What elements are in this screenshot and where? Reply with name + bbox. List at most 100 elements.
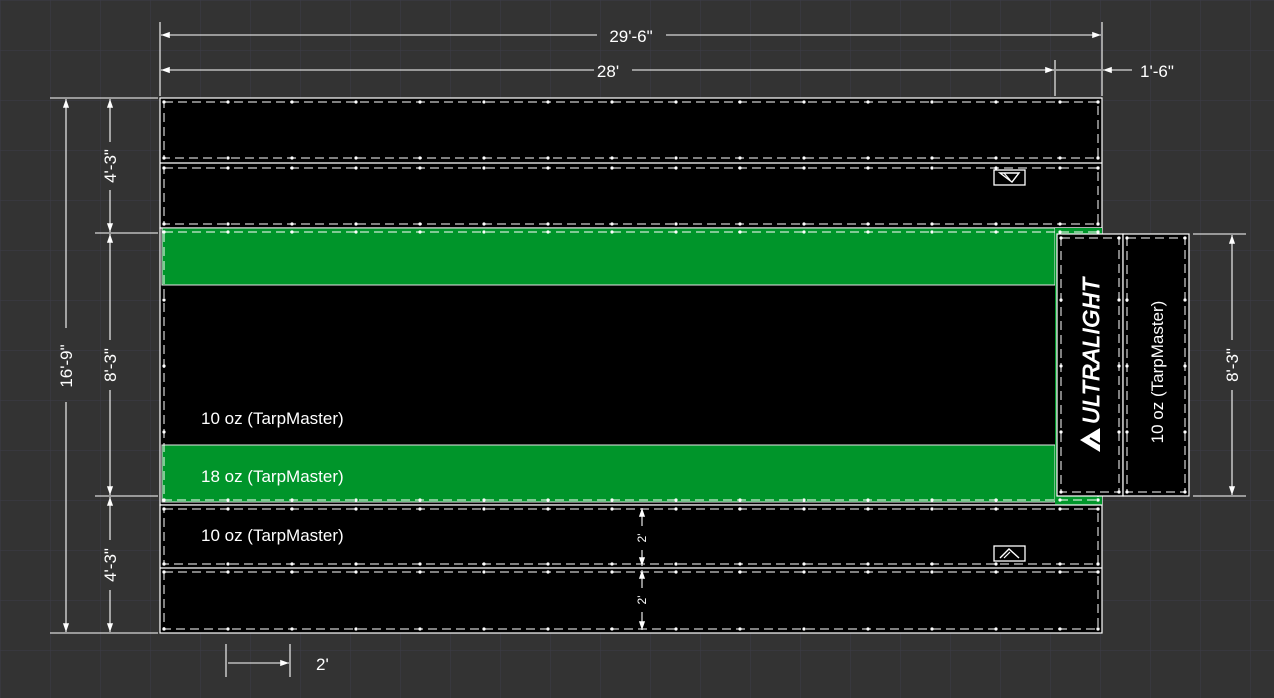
grommet xyxy=(1096,222,1100,226)
grommet xyxy=(1058,230,1062,234)
grommet xyxy=(546,570,550,574)
grommet xyxy=(162,570,166,574)
grommet xyxy=(610,100,614,104)
grommet xyxy=(866,100,870,104)
grommet xyxy=(674,156,678,160)
grommet xyxy=(1096,100,1100,104)
grommet xyxy=(610,627,614,631)
grommet xyxy=(162,498,166,502)
grommet xyxy=(930,222,934,226)
grommet xyxy=(1058,166,1062,170)
grommet xyxy=(354,100,358,104)
tarp-drawing: ULTRALIGHT 10 oz (TarpMaster) 18 oz (Tar… xyxy=(0,0,1274,698)
grommet xyxy=(866,230,870,234)
grommet xyxy=(226,498,230,502)
grommet xyxy=(546,100,550,104)
side-flaps xyxy=(1056,233,1190,497)
grommet xyxy=(418,166,422,170)
grommet xyxy=(1117,430,1121,434)
green-band-upper xyxy=(161,227,1056,286)
grommet xyxy=(1058,498,1062,502)
grommet xyxy=(738,627,742,631)
grommet xyxy=(354,627,358,631)
grommet xyxy=(226,507,230,511)
grommet xyxy=(610,507,614,511)
grommet xyxy=(418,562,422,566)
grommet xyxy=(290,507,294,511)
grommet xyxy=(162,230,166,234)
grommet xyxy=(674,507,678,511)
grommet xyxy=(162,166,166,170)
pocket-height-lower-dim: 2' xyxy=(635,596,649,605)
grommet xyxy=(1183,430,1187,434)
grommet xyxy=(418,627,422,631)
grommet xyxy=(610,562,614,566)
grommet xyxy=(162,430,166,434)
grommet xyxy=(482,230,486,234)
grommet xyxy=(1096,498,1100,502)
grommet xyxy=(802,627,806,631)
grommet xyxy=(354,498,358,502)
grommet xyxy=(994,230,998,234)
grommet xyxy=(290,562,294,566)
grommet xyxy=(994,562,998,566)
grommet xyxy=(482,507,486,511)
grommet xyxy=(930,166,934,170)
grommet xyxy=(738,562,742,566)
grommet xyxy=(162,507,166,511)
grommet xyxy=(1096,627,1100,631)
grommet xyxy=(674,627,678,631)
ultralight-logo-icon xyxy=(993,545,1026,562)
grommet xyxy=(738,507,742,511)
grommet xyxy=(482,156,486,160)
grommet xyxy=(994,100,998,104)
grommet xyxy=(354,222,358,226)
grommet xyxy=(546,562,550,566)
grommet xyxy=(1096,570,1100,574)
grommet xyxy=(226,156,230,160)
grommet xyxy=(290,156,294,160)
grommet xyxy=(1125,236,1129,240)
grommet xyxy=(1183,490,1187,494)
grommet xyxy=(1096,230,1100,234)
grommet xyxy=(482,166,486,170)
grommet xyxy=(930,562,934,566)
top-section-dim: 4'-3" xyxy=(101,149,120,183)
grommet xyxy=(354,230,358,234)
grommet xyxy=(482,562,486,566)
grommet xyxy=(1059,430,1063,434)
grommet xyxy=(610,222,614,226)
grommet xyxy=(738,100,742,104)
grommet xyxy=(866,570,870,574)
grommet xyxy=(866,222,870,226)
grommet xyxy=(482,100,486,104)
grommet xyxy=(994,507,998,511)
grommet xyxy=(1096,562,1100,566)
middle-material-label: 10 oz (TarpMaster) xyxy=(201,409,344,428)
grommet xyxy=(226,230,230,234)
grommet xyxy=(674,222,678,226)
overall-height-dim: 16'-9" xyxy=(57,344,76,387)
grommet xyxy=(866,562,870,566)
grommet xyxy=(994,222,998,226)
flap-height-dim: 8'-3" xyxy=(1223,348,1242,382)
grommet xyxy=(802,562,806,566)
grommet xyxy=(546,230,550,234)
grommet xyxy=(354,166,358,170)
grommet xyxy=(866,498,870,502)
grommet xyxy=(802,507,806,511)
grommet xyxy=(162,156,166,160)
grommet xyxy=(994,498,998,502)
grommet xyxy=(1058,562,1062,566)
grommet xyxy=(1059,236,1063,240)
grommet xyxy=(418,100,422,104)
grommet xyxy=(930,627,934,631)
grommet xyxy=(162,562,166,566)
grommet xyxy=(1059,364,1063,368)
bottom-material-label: 10 oz (TarpMaster) xyxy=(201,526,344,545)
grommet xyxy=(930,498,934,502)
grommet xyxy=(674,562,678,566)
grommet xyxy=(866,507,870,511)
bottom-section-dim: 4'-3" xyxy=(101,548,120,582)
grommet xyxy=(226,627,230,631)
